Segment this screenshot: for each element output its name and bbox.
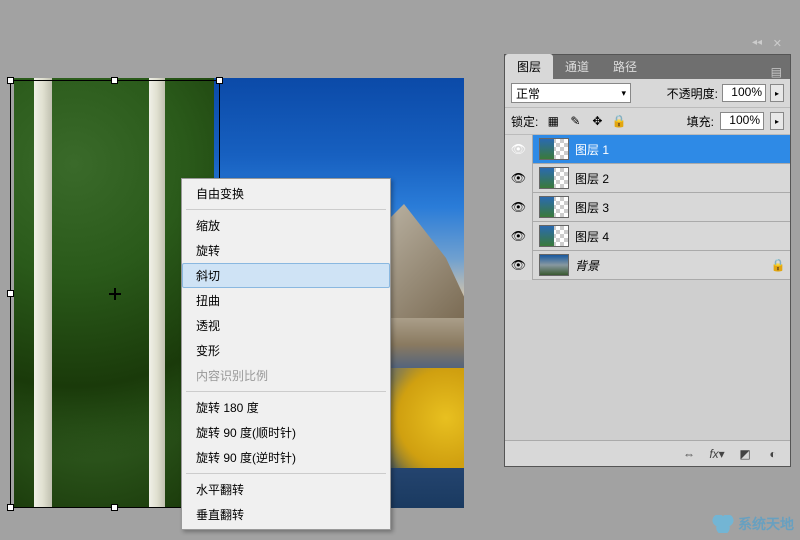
panel-tab[interactable]: 图层 bbox=[505, 54, 553, 79]
transform-handle-middle-left[interactable] bbox=[7, 290, 14, 297]
menu-item[interactable]: 斜切 bbox=[182, 263, 390, 288]
menu-item[interactable]: 缩放 bbox=[182, 213, 390, 238]
layers-panel-footer: ⇔ fx▾ ◩ ◐ bbox=[505, 440, 790, 466]
visibility-toggle[interactable]: 👁 bbox=[505, 251, 533, 280]
menu-item[interactable]: 垂直翻转 bbox=[182, 502, 390, 527]
panel-tab[interactable]: 通道 bbox=[553, 54, 601, 79]
birch-trunk-2 bbox=[149, 78, 165, 508]
fill-label: 填充: bbox=[687, 113, 714, 130]
visibility-toggle[interactable]: 👁 bbox=[505, 135, 533, 164]
menu-item[interactable]: 扭曲 bbox=[182, 288, 390, 313]
layer-row[interactable]: 👁 图层 2 bbox=[505, 164, 790, 193]
fx-icon[interactable]: fx▾ bbox=[708, 445, 726, 463]
layer-row[interactable]: 👁 图层 1 bbox=[505, 135, 790, 164]
eye-icon: 👁 bbox=[511, 171, 526, 185]
panel-menu-icon[interactable]: ▤ bbox=[763, 65, 790, 79]
transform-context-menu: 自由变换缩放旋转斜切扭曲透视变形内容识别比例旋转 180 度旋转 90 度(顺时… bbox=[181, 178, 391, 530]
adjustment-layer-icon[interactable]: ◐ bbox=[764, 445, 782, 463]
layer-thumbnail[interactable] bbox=[539, 138, 569, 160]
menu-item[interactable]: 旋转 180 度 bbox=[182, 395, 390, 420]
menu-item[interactable]: 透视 bbox=[182, 313, 390, 338]
eye-icon: 👁 bbox=[511, 229, 526, 243]
panel-collapse-icon[interactable]: ◂◂ bbox=[752, 37, 762, 48]
eye-icon: 👁 bbox=[511, 142, 526, 156]
menu-item[interactable]: 旋转 90 度(顺时针) bbox=[182, 420, 390, 445]
transform-handle-bottom-left[interactable] bbox=[7, 504, 14, 511]
layers-list: 👁 图层 1 👁 图层 2 👁 图层 3 👁 图层 4 👁 背景🔒 bbox=[505, 135, 790, 280]
layer-name-label[interactable]: 背景 bbox=[575, 257, 766, 274]
layer-name-label[interactable]: 图层 3 bbox=[575, 199, 790, 216]
layer-row[interactable]: 👁 背景🔒 bbox=[505, 251, 790, 280]
panel-tab-bar: 图层通道路径 ▤ bbox=[505, 55, 790, 79]
menu-separator bbox=[186, 391, 386, 392]
lock-transparency-icon[interactable]: ▦ bbox=[544, 112, 562, 130]
lock-position-icon[interactable]: ✥ bbox=[588, 112, 606, 130]
menu-separator bbox=[186, 209, 386, 210]
opacity-input[interactable]: 100% bbox=[722, 84, 766, 102]
layer-thumbnail[interactable] bbox=[539, 254, 569, 276]
fill-input[interactable]: 100% bbox=[720, 112, 764, 130]
layer-name-label[interactable]: 图层 1 bbox=[575, 141, 790, 158]
visibility-toggle[interactable]: 👁 bbox=[505, 164, 533, 193]
paw-icon bbox=[712, 515, 734, 533]
blend-opacity-row: 正常 ▾ 不透明度: 100% ▸ bbox=[505, 79, 790, 108]
menu-item[interactable]: 变形 bbox=[182, 338, 390, 363]
watermark-text: 系统天地 bbox=[738, 514, 794, 534]
lock-all-icon[interactable]: 🔒 bbox=[610, 112, 628, 130]
transform-handle-top-left[interactable] bbox=[7, 77, 14, 84]
blend-mode-value: 正常 bbox=[516, 85, 540, 102]
menu-item[interactable]: 水平翻转 bbox=[182, 477, 390, 502]
layer-row[interactable]: 👁 图层 3 bbox=[505, 193, 790, 222]
layer-thumbnail[interactable] bbox=[539, 167, 569, 189]
menu-separator bbox=[186, 473, 386, 474]
layer-thumbnail[interactable] bbox=[539, 196, 569, 218]
lock-icons-group: ▦ ✎ ✥ 🔒 bbox=[544, 112, 628, 130]
menu-item[interactable]: 旋转 bbox=[182, 238, 390, 263]
watermark: 系统天地 bbox=[712, 514, 794, 534]
menu-item[interactable]: 旋转 90 度(逆时针) bbox=[182, 445, 390, 470]
layer-name-label[interactable]: 图层 4 bbox=[575, 228, 790, 245]
fill-flyout-icon[interactable]: ▸ bbox=[770, 112, 784, 130]
link-layers-icon[interactable]: ⇔ bbox=[680, 445, 698, 463]
layers-empty-area[interactable] bbox=[505, 280, 790, 440]
menu-item: 内容识别比例 bbox=[182, 363, 390, 388]
eye-icon: 👁 bbox=[511, 200, 526, 214]
lock-fill-row: 锁定: ▦ ✎ ✥ 🔒 填充: 100% ▸ bbox=[505, 108, 790, 135]
opacity-flyout-icon[interactable]: ▸ bbox=[770, 84, 784, 102]
menu-item[interactable]: 自由变换 bbox=[182, 181, 390, 206]
panel-close-icon[interactable]: ✕ bbox=[773, 37, 782, 50]
lock-indicator-icon: 🔒 bbox=[766, 258, 790, 272]
opacity-label: 不透明度: bbox=[667, 85, 718, 102]
lock-pixels-icon[interactable]: ✎ bbox=[566, 112, 584, 130]
visibility-toggle[interactable]: 👁 bbox=[505, 222, 533, 251]
dropdown-arrow-icon: ▾ bbox=[621, 88, 626, 99]
layer-mask-icon[interactable]: ◩ bbox=[736, 445, 754, 463]
layer-thumbnail[interactable] bbox=[539, 225, 569, 247]
lock-label: 锁定: bbox=[511, 113, 538, 130]
panel-tab[interactable]: 路径 bbox=[601, 54, 649, 79]
layer-row[interactable]: 👁 图层 4 bbox=[505, 222, 790, 251]
birch-trunk bbox=[34, 78, 52, 508]
layers-panel: ◂◂ ✕ 图层通道路径▤ 正常 ▾ 不透明度: 100% ▸ 锁定: ▦ ✎ ✥… bbox=[504, 54, 791, 467]
eye-icon: 👁 bbox=[511, 258, 526, 272]
visibility-toggle[interactable]: 👁 bbox=[505, 193, 533, 222]
blend-mode-select[interactable]: 正常 ▾ bbox=[511, 83, 631, 103]
layer-name-label[interactable]: 图层 2 bbox=[575, 170, 790, 187]
